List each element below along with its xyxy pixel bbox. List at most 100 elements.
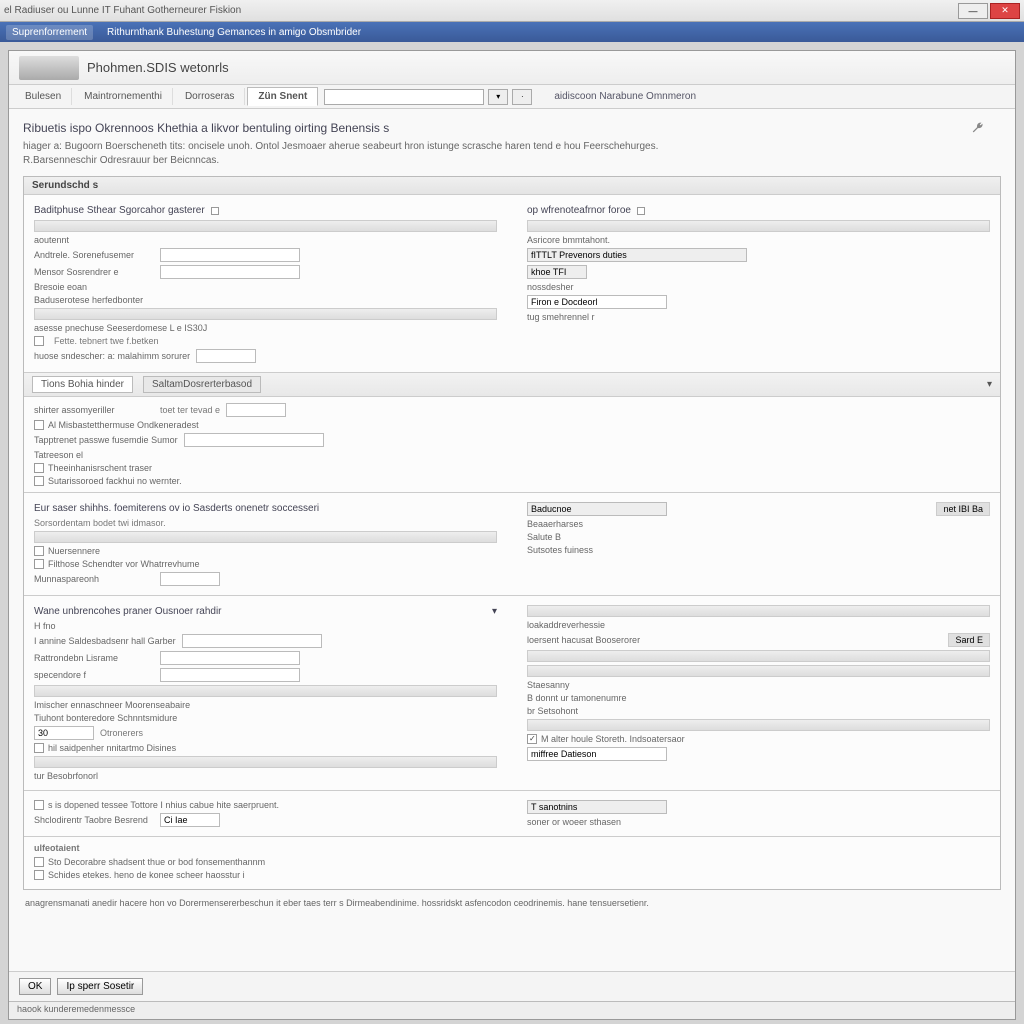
b2-l2: Tapptrenet passwe fusemdie Sumor — [34, 435, 178, 445]
panel1-head: Serundschd s — [24, 177, 1000, 195]
b2-l5: Sutarissoroed fackhui no wernter. — [48, 476, 182, 486]
p1-l-f3-input[interactable] — [160, 265, 300, 279]
p2-chk2[interactable] — [34, 559, 44, 569]
tab-1[interactable]: Maintrornementhi — [74, 88, 173, 105]
p3-l2-input[interactable] — [160, 651, 300, 665]
b2-l4: Theeinhanisrschent traser — [48, 463, 152, 473]
footer-note: anagrensmanati anedir hacere hon vo Dore… — [25, 898, 999, 908]
p3-l3: specendore f — [34, 670, 154, 680]
p1-l-f5: Baduserotese herfedbonter — [34, 295, 497, 305]
tab-0[interactable]: Bulesen — [15, 88, 72, 105]
p4-l2-input[interactable] — [160, 813, 220, 827]
p1-l-chk1[interactable] — [34, 336, 44, 346]
p5-l2: Schides etekes. heno de konee scheer hao… — [48, 870, 245, 880]
toolbar: Bulesen Maintrornementhi Dorroseras Zün … — [9, 85, 1015, 109]
search-input[interactable] — [324, 89, 484, 105]
p3-r3: Staesanny — [527, 680, 990, 690]
p4-chk1[interactable] — [34, 800, 44, 810]
p4-r2: soner or woeer sthasen — [527, 817, 990, 827]
p3-l6-txt: Otronerers — [100, 728, 143, 738]
close-button[interactable]: ✕ — [990, 3, 1020, 19]
p2-head-r-input — [527, 502, 667, 516]
minimize-button[interactable]: — — [958, 3, 988, 19]
p3-l5: Tiuhont bonteredore Schnntsmidure — [34, 713, 497, 723]
p3-l7: hil saidpenher nnitartmo Disines — [48, 743, 176, 753]
b2-chk1[interactable] — [34, 420, 44, 430]
p3-r1: loakaddreverhessie — [527, 620, 990, 630]
p1-l-f6: asesse pnechuse Seeserdomese L e IS30J — [34, 323, 497, 333]
header-icon — [19, 56, 79, 80]
p4-l1: s is dopened tessee Tottore I nhius cabu… — [48, 800, 279, 810]
p2-l2: Filthose Schendter vor Whatrrevhume — [48, 559, 200, 569]
statusbar: haook kunderemedenmessce — [9, 1001, 1015, 1019]
p1-l-f2-input[interactable] — [160, 248, 300, 262]
p3-l1: I annine Saldesbadsenr hall Garber — [34, 636, 176, 646]
p1-left-subhead: Baditphuse Sthear Sgorcahor gasterer — [34, 205, 205, 216]
p1-l-f8-input[interactable] — [196, 349, 256, 363]
p2-l1: Nuersennere — [48, 546, 100, 556]
p3-l3-input[interactable] — [160, 668, 300, 682]
tab-3-active[interactable]: Zün Snent — [247, 87, 318, 106]
p2-chk1[interactable] — [34, 546, 44, 556]
p1-r5-input[interactable] — [527, 295, 667, 309]
p1-r4: nossdesher — [527, 282, 990, 292]
window-title: el Radiuser ou Lunne IT Fuhant Gotherneu… — [4, 5, 958, 16]
p3-head: Wane unbrencohes praner Ousnoer rahdir — [34, 606, 222, 617]
p1-l-f7: Fette. tebnert twe f.betken — [54, 336, 159, 346]
p5-head: ulfeotaient — [34, 843, 990, 853]
b2-chk3[interactable] — [34, 476, 44, 486]
collapse-icon-r[interactable] — [637, 207, 645, 215]
intro-heading: Ribuetis ispo Okrennoos Khethia a likvor… — [23, 121, 1001, 135]
wrench-icon[interactable] — [971, 121, 985, 135]
b2-chk2[interactable] — [34, 463, 44, 473]
p3-l0: H fno — [34, 621, 497, 631]
sect1-tab2[interactable]: SaltamDosrerterbasod — [143, 376, 261, 393]
p3-chk-r[interactable] — [527, 734, 537, 744]
p1-l-f4: Bresoie eoan — [34, 282, 497, 292]
b2-l3: Tatreeson el — [34, 450, 990, 460]
search-go[interactable]: · — [512, 89, 532, 105]
p3-chk1[interactable] — [34, 743, 44, 753]
p4-r1-input — [527, 800, 667, 814]
p2-r1: Beaaerharses — [527, 519, 990, 529]
page-title: Phohmen.SDIS wetonrls — [87, 60, 229, 75]
p3-l8: tur Besobrfonorl — [34, 771, 497, 781]
tab-2[interactable]: Dorroseras — [175, 88, 245, 105]
menubar: Suprenforrement Rithurnthank Buhestung G… — [0, 22, 1024, 42]
p1-r1: Asricore bmmtahont. — [527, 235, 990, 245]
p1-r6: tug smehrennel r — [527, 312, 990, 322]
p1-l-f8: huose sndescher: a: malahimm sorurer — [34, 351, 190, 361]
apply-button[interactable]: Ip sperr Sosetir — [57, 978, 143, 995]
sect1-prompt2: toet ter tevad e — [160, 405, 220, 415]
p3-r4: B donnt ur tamonenumre — [527, 693, 990, 703]
p5-chk2[interactable] — [34, 870, 44, 880]
ok-button[interactable]: OK — [19, 978, 51, 995]
search-dropdown[interactable]: ▾ — [488, 89, 508, 105]
p3-r6: M alter houle Storeth. Indsoatersaor — [541, 734, 685, 744]
p1-l-f3: Mensor Sosrendrer e — [34, 267, 154, 277]
sect1-input[interactable] — [226, 403, 286, 417]
sect1-prompt: shirter assomyeriller — [34, 405, 154, 415]
p2-l3-input[interactable] — [160, 572, 220, 586]
p2-r3: Sutsotes fuiness — [527, 545, 990, 555]
p2-badge: net IBI Ba — [936, 502, 990, 516]
p3-r7-input[interactable] — [527, 747, 667, 761]
menu-item-0[interactable]: Suprenforrement — [6, 25, 93, 40]
p2-r2: Salute B — [527, 532, 990, 542]
collapse-icon[interactable] — [211, 207, 219, 215]
p3-l6-num[interactable] — [34, 726, 94, 740]
toolbar-link[interactable]: aidiscoon Narabune Omnmeron — [554, 91, 696, 102]
p1-l-f1: aoutennt — [34, 235, 497, 245]
b2-l2-input[interactable] — [184, 433, 324, 447]
p1-right-subhead: op wfrenoteafrnor foroe — [527, 205, 631, 216]
p3-l4: Imischer ennaschneer Moorenseabaire — [34, 700, 497, 710]
p3-l1-input[interactable] — [182, 634, 322, 648]
p4-l2: Shclodirentr Taobre Besrend — [34, 815, 154, 825]
sect1-tab1[interactable]: Tions Bohia hinder — [32, 376, 133, 393]
p1-r3-input — [527, 265, 587, 279]
sect1-drop-icon[interactable]: ▾ — [987, 379, 992, 390]
menu-item-1[interactable]: Rithurnthank Buhestung Gemances in amigo… — [107, 27, 361, 38]
intro-line1: hiager a: Bugoorn Boerscheneth tits: onc… — [23, 141, 1001, 152]
p3-r2: loersent hacusat Booserorer — [527, 635, 647, 645]
p5-chk1[interactable] — [34, 857, 44, 867]
